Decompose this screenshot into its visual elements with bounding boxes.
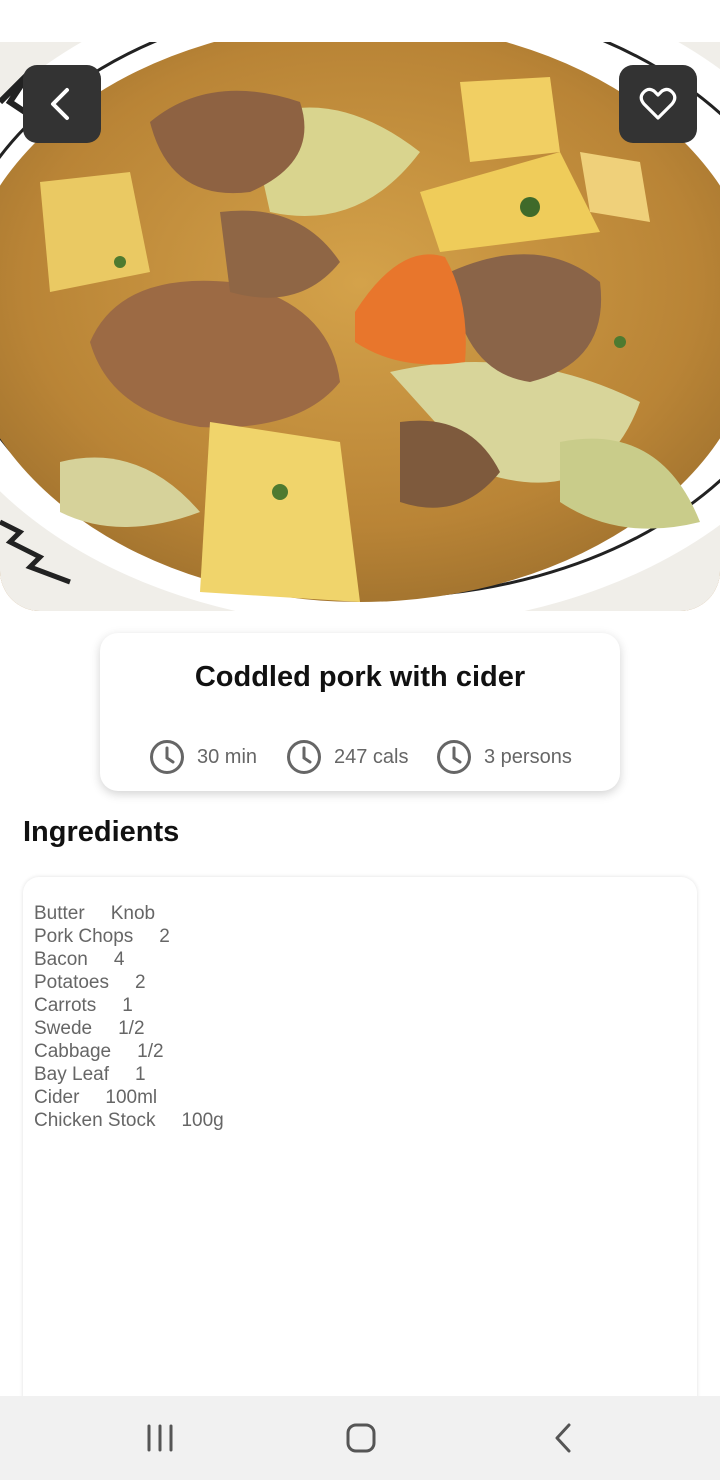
- list-item: Swede 1/2: [34, 1017, 686, 1040]
- ingredient-name: Bacon: [34, 949, 88, 970]
- recipe-title: Coddled pork with cider: [194, 661, 526, 693]
- ingredient-qty: 4: [113, 949, 125, 970]
- ingredients-heading: Ingredients: [23, 816, 180, 848]
- nav-back-icon: [555, 1423, 571, 1453]
- system-back-button[interactable]: [543, 1418, 583, 1458]
- ingredient-qty: 2: [135, 972, 146, 993]
- ingredient-qty: 1/2: [137, 1041, 164, 1062]
- ingredient-name: Carrots: [34, 995, 97, 1016]
- home-icon: [346, 1423, 376, 1453]
- favorite-button[interactable]: [619, 65, 697, 143]
- stat-calories: 247 cals: [286, 737, 409, 777]
- ingredient-qty: 1: [135, 1064, 146, 1085]
- recipe-photo: [0, 42, 720, 611]
- list-item: Cabbage 1/2: [34, 1040, 686, 1063]
- ingredient-name: Potatoes: [34, 972, 109, 993]
- ingredient-name: Butter: [34, 903, 85, 924]
- recent-apps-icon: [147, 1424, 173, 1452]
- ingredient-name: Chicken Stock: [34, 1110, 156, 1131]
- list-item: Chicken Stock 100g: [34, 1109, 686, 1132]
- ingredient-qty: 100ml: [105, 1087, 158, 1108]
- ingredient-name: Cider: [34, 1087, 80, 1108]
- ingredient-qty: 100g: [181, 1110, 224, 1131]
- ingredient-name: Pork Chops: [34, 926, 134, 947]
- list-item: Pork Chops 2: [34, 925, 686, 948]
- stat-calories-value: 247 cals: [334, 745, 409, 768]
- clock-icon: [287, 740, 321, 774]
- list-item: Bacon 4: [34, 948, 686, 971]
- list-item: Butter Knob: [34, 902, 686, 925]
- stat-servings-value: 3 persons: [484, 745, 572, 768]
- list-item: Cider 100ml: [34, 1086, 686, 1109]
- ingredient-qty: 2: [159, 926, 170, 947]
- stat-servings: 3 persons: [436, 737, 572, 777]
- ingredients-list: Butter Knob Pork Chops 2 Bacon 4 Potatoes 2 …: [23, 877, 697, 1417]
- stat-time-value: 30 min: [197, 745, 258, 768]
- home-button[interactable]: [341, 1418, 381, 1458]
- ingredient-name: Bay Leaf: [34, 1064, 109, 1085]
- back-button[interactable]: [23, 65, 101, 143]
- heart-outline-icon: [639, 87, 677, 120]
- recipe-info-card: Coddled pork with cider 30 min 247 cals …: [100, 633, 620, 791]
- ingredient-qty: 1: [122, 995, 133, 1016]
- list-item: Bay Leaf 1: [34, 1063, 686, 1086]
- list-item: Carrots 1: [34, 994, 686, 1017]
- stat-time: 30 min: [149, 737, 257, 777]
- recent-apps-button[interactable]: [140, 1418, 180, 1458]
- ingredient-name: Swede: [34, 1018, 93, 1039]
- chevron-left-icon: [51, 88, 69, 120]
- ingredient-qty: Knob: [110, 903, 156, 924]
- ingredient-name: Cabbage: [34, 1041, 112, 1062]
- clock-icon: [150, 740, 184, 774]
- stew-illustration: [0, 42, 720, 611]
- list-item: Potatoes 2: [34, 971, 686, 994]
- system-navigation-bar: [0, 1396, 720, 1480]
- recipe-stats: 30 min 247 cals 3 persons: [100, 737, 620, 777]
- clock-icon: [437, 740, 471, 774]
- ingredient-qty: 1/2: [118, 1018, 145, 1039]
